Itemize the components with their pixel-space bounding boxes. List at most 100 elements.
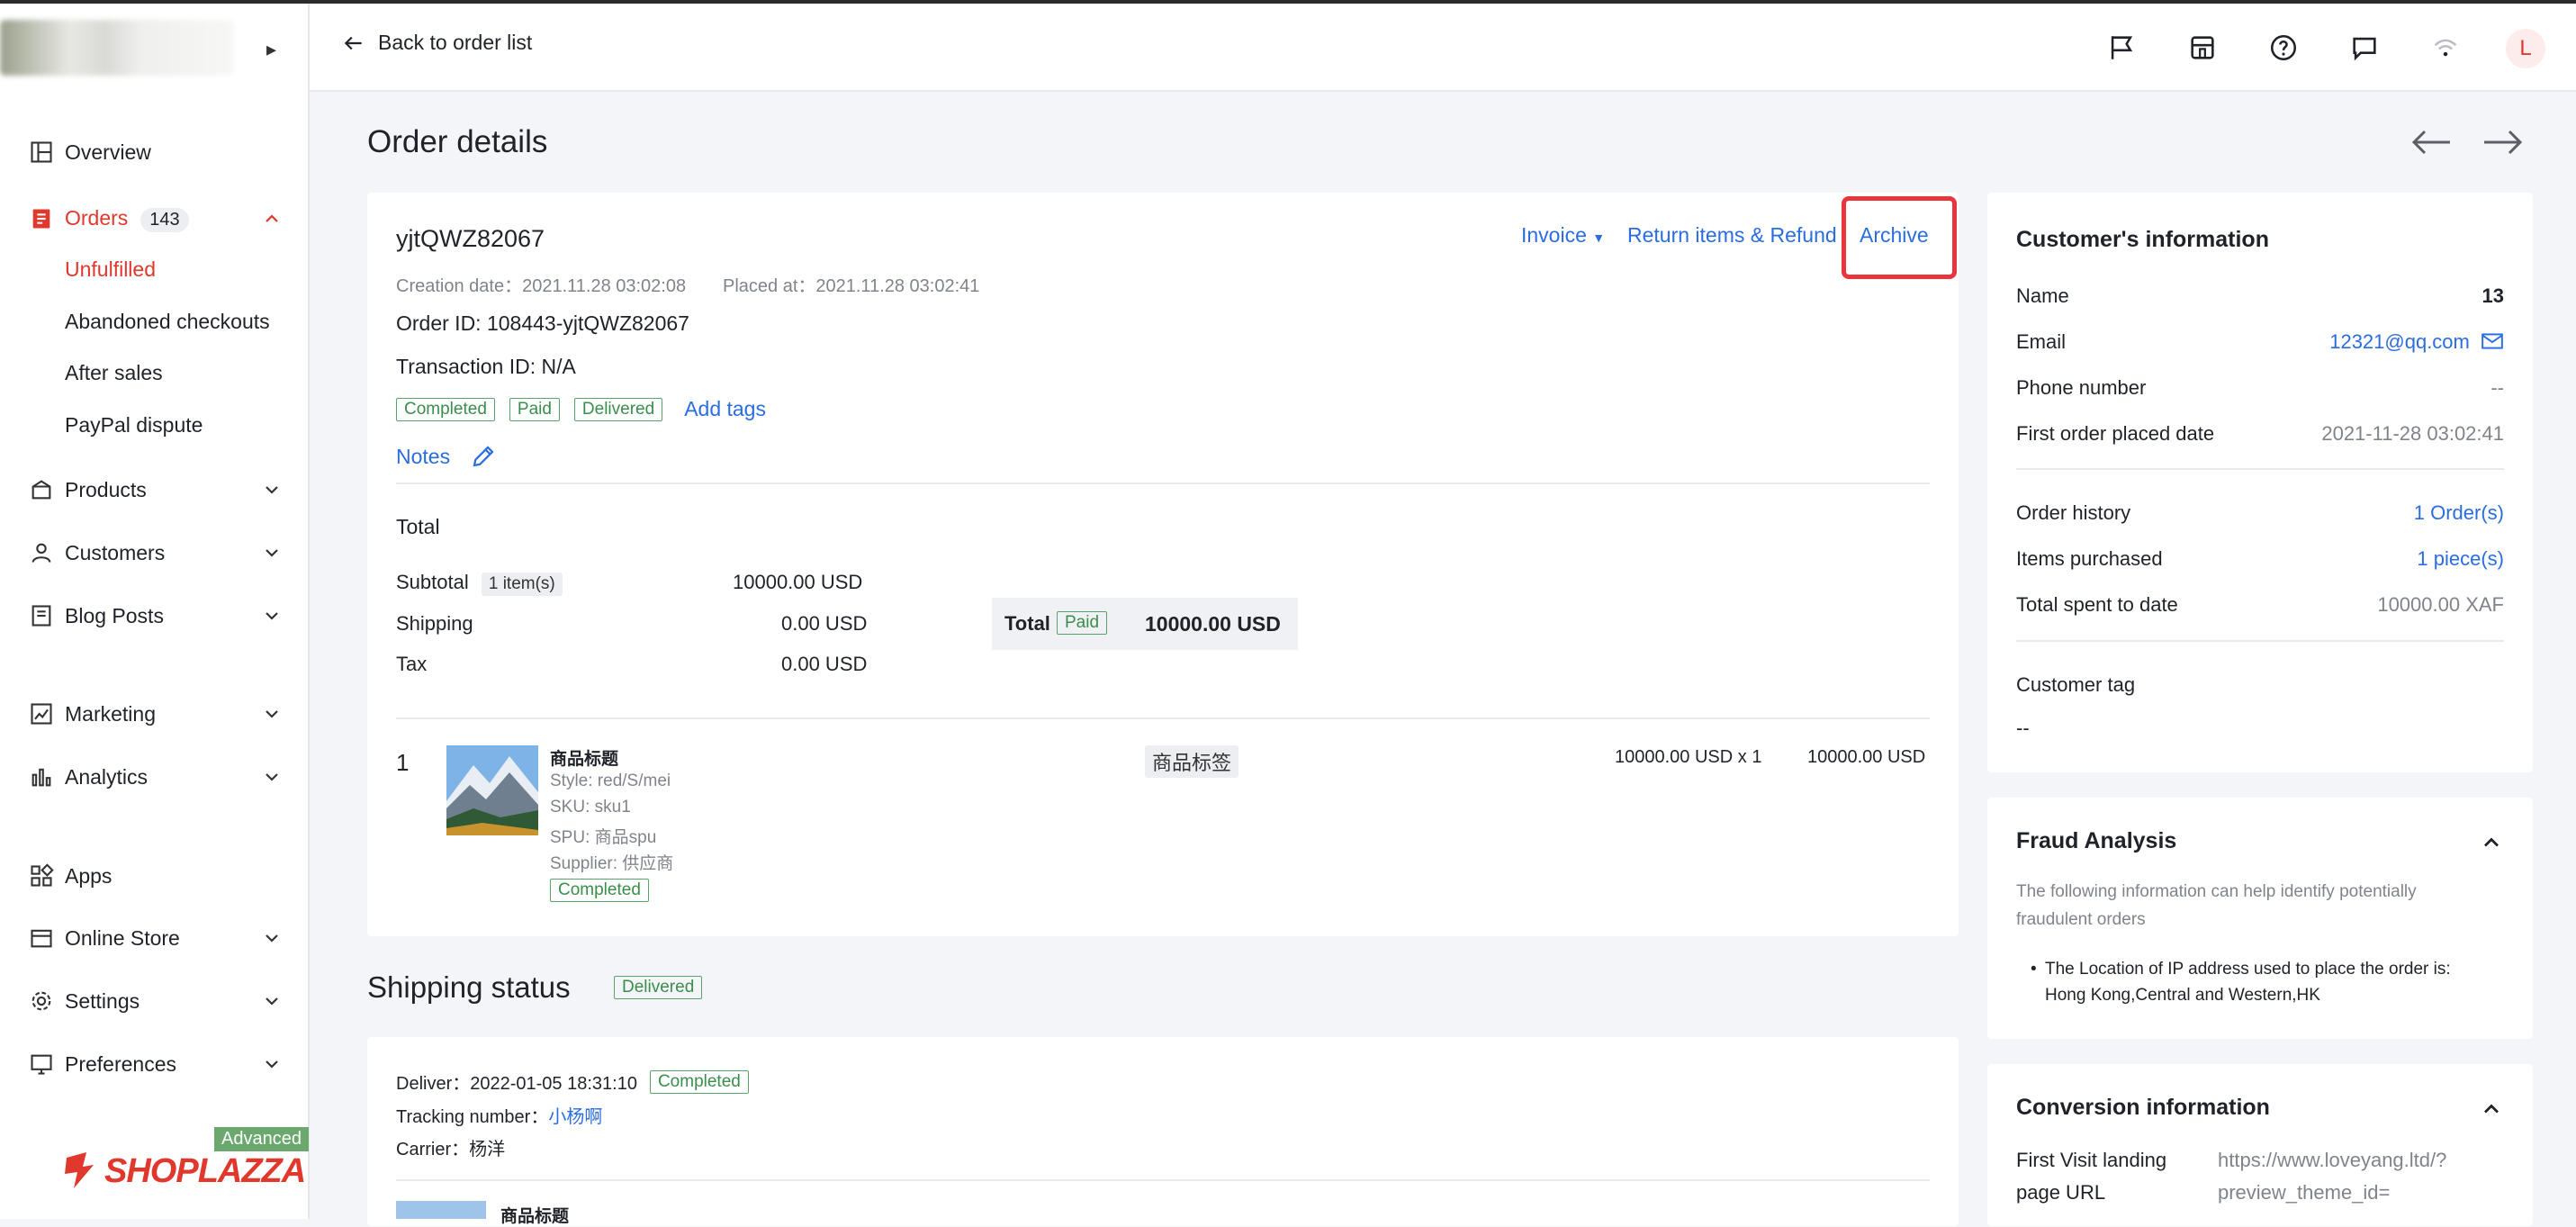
caret-right-icon[interactable]: ▸ [266,38,276,61]
sidebar-subitem-abandoned-checkouts[interactable]: Abandoned checkouts [65,310,270,334]
sidebar-subitem-unfulfilled[interactable]: Unfulfilled [65,257,156,282]
row-label: Email [2016,330,2067,353]
order-id: Order ID: 108443-yjtQWZ82067 [396,311,689,335]
shipping-status-title: Shipping status [367,970,571,1004]
return-refund-button[interactable]: Return items & Refund [1627,223,1837,248]
landing-url-line1[interactable]: https://www.loveyang.ltd/? [2218,1149,2446,1172]
line-item-status-badge: Completed [550,879,649,902]
chevron-up-icon[interactable] [2479,830,2504,855]
shipping-product-thumbnail[interactable] [396,1201,486,1219]
shipping-label: Shipping [396,612,473,635]
sidebar-item-overview[interactable]: Overview [0,128,308,176]
sidebar-item-settings[interactable]: Settings [0,977,308,1025]
total-spent-value: 10000.00 XAF [2377,593,2504,616]
chevron-down-icon[interactable] [261,927,283,949]
chevron-down-icon[interactable] [261,766,283,788]
sidebar-subitem-after-sales[interactable]: After sales [65,361,163,385]
tracking-number-link[interactable]: 小杨啊 [548,1107,602,1127]
transaction-id: Transaction ID: N/A [396,355,576,378]
order-history-link[interactable]: 1 Order(s) [2414,501,2504,525]
overview-icon [31,141,52,163]
online-store-icon [31,929,52,948]
apps-icon [31,863,54,887]
sidebar-item-blog-posts[interactable]: Blog Posts [0,591,308,640]
shipping-value: 0.00 USD [781,612,868,635]
divider [2016,468,2504,470]
chevron-down-icon[interactable] [261,479,283,501]
add-tags-link[interactable]: Add tags [684,397,766,421]
next-order-arrow-icon[interactable] [2481,122,2526,162]
chevron-up-icon[interactable] [2479,1096,2504,1122]
deliver-status-badge: Completed [649,1069,749,1094]
sidebar-item-online-store[interactable]: Online Store [0,914,308,962]
deliver-date: Deliver：2022-01-05 18:31:10 [396,1074,637,1094]
customer-tag-value: -- [2016,717,2030,739]
tax-label: Tax [396,653,428,675]
mail-icon[interactable] [2481,331,2504,351]
chevron-down-icon[interactable] [261,1053,283,1075]
chevron-down-icon[interactable] [261,542,283,564]
total-heading: Total [396,515,440,538]
customer-name-value: 13 [2481,284,2504,307]
brand-name: SHOPLAZZA [104,1152,306,1190]
chevron-down-icon[interactable] [261,990,283,1012]
first-order-row: First order placed date 2021-11-28 03:02:… [2016,422,2504,446]
landing-url-line2[interactable]: preview_theme_id= [2218,1181,2390,1204]
total-summary-box: Total Paid 10000.00 USD [992,598,1298,650]
subtotal-value: 10000.00 USD [733,571,863,593]
sidebar-item-customers[interactable]: Customers [0,528,308,577]
sidebar-item-label: Products [65,477,147,501]
fraud-bullet-marker: • [2031,960,2037,979]
back-to-order-list-link[interactable]: Back to order list [342,31,532,55]
status-badge: Paid [509,397,560,421]
product-thumbnail[interactable] [446,745,538,835]
blog-icon [32,605,51,627]
chevron-down-icon[interactable] [261,605,283,627]
store-icon[interactable] [2187,32,2218,63]
sidebar-item-label: Marketing [65,701,156,726]
store-switcher[interactable]: ▸ [0,4,308,90]
wifi-icon[interactable] [2430,32,2461,63]
invoice-label: Invoice [1521,223,1587,247]
sidebar-item-label: Orders 143 [65,206,189,232]
order-tags: Completed Paid Delivered Add tags [396,397,766,421]
order-number: yjtQWZ82067 [396,225,545,252]
sidebar-item-products[interactable]: Products [0,465,308,514]
pencil-icon[interactable] [470,443,497,470]
sidebar-item-apps[interactable]: Apps [0,852,308,900]
invoice-dropdown[interactable]: Invoice ▼ [1521,223,1605,248]
product-sku: SKU: sku1 [550,798,631,816]
product-title[interactable]: 商品标题 [550,745,618,770]
conversion-title: Conversion information [2016,1095,2270,1120]
fraud-description-line2: fraudulent orders [2016,910,2146,929]
store-logo-blurred [0,20,234,76]
help-icon[interactable] [2268,32,2299,63]
sidebar-item-preferences[interactable]: Preferences [0,1040,308,1088]
sidebar-item-label: Settings [65,988,140,1013]
notes-link[interactable]: Notes [396,445,450,469]
sidebar-item-marketing[interactable]: Marketing [0,690,308,738]
customer-name-row: Name 13 [2016,284,2504,308]
chevron-down-icon[interactable] [261,703,283,725]
message-icon[interactable] [2349,32,2380,63]
first-order-value: 2021-11-28 03:02:41 [2321,422,2504,445]
items-purchased-value[interactable]: 1 piece(s) [2417,547,2504,571]
avatar[interactable]: L [2506,29,2545,68]
status-badge: Completed [396,397,495,421]
sidebar: ▸ Overview Orders 143 Unfulfilled Abandon… [0,4,310,1219]
fraud-ip-line1: The Location of IP address used to place… [2045,960,2451,979]
deliver-row: Deliver：2022-01-05 18:31:10 Completed [396,1069,749,1095]
sidebar-item-analytics[interactable]: Analytics [0,753,308,801]
total-spent-row: Total spent to date 10000.00 XAF [2016,593,2504,617]
sidebar-subitem-paypal-dispute[interactable]: PayPal dispute [65,413,203,438]
previous-order-arrow-icon[interactable] [2409,122,2454,162]
customer-phone-row: Phone number -- [2016,376,2504,400]
sidebar-item-orders[interactable]: Orders 143 [0,194,308,243]
orders-icon [32,209,50,229]
email-link[interactable]: 12321@qq.com [2329,330,2504,354]
flag-icon[interactable] [2106,32,2137,63]
product-supplier: Supplier: 供应商 [550,854,674,873]
page-title: Order details [367,124,548,159]
chevron-up-icon[interactable] [261,208,283,230]
customers-icon [32,543,51,563]
